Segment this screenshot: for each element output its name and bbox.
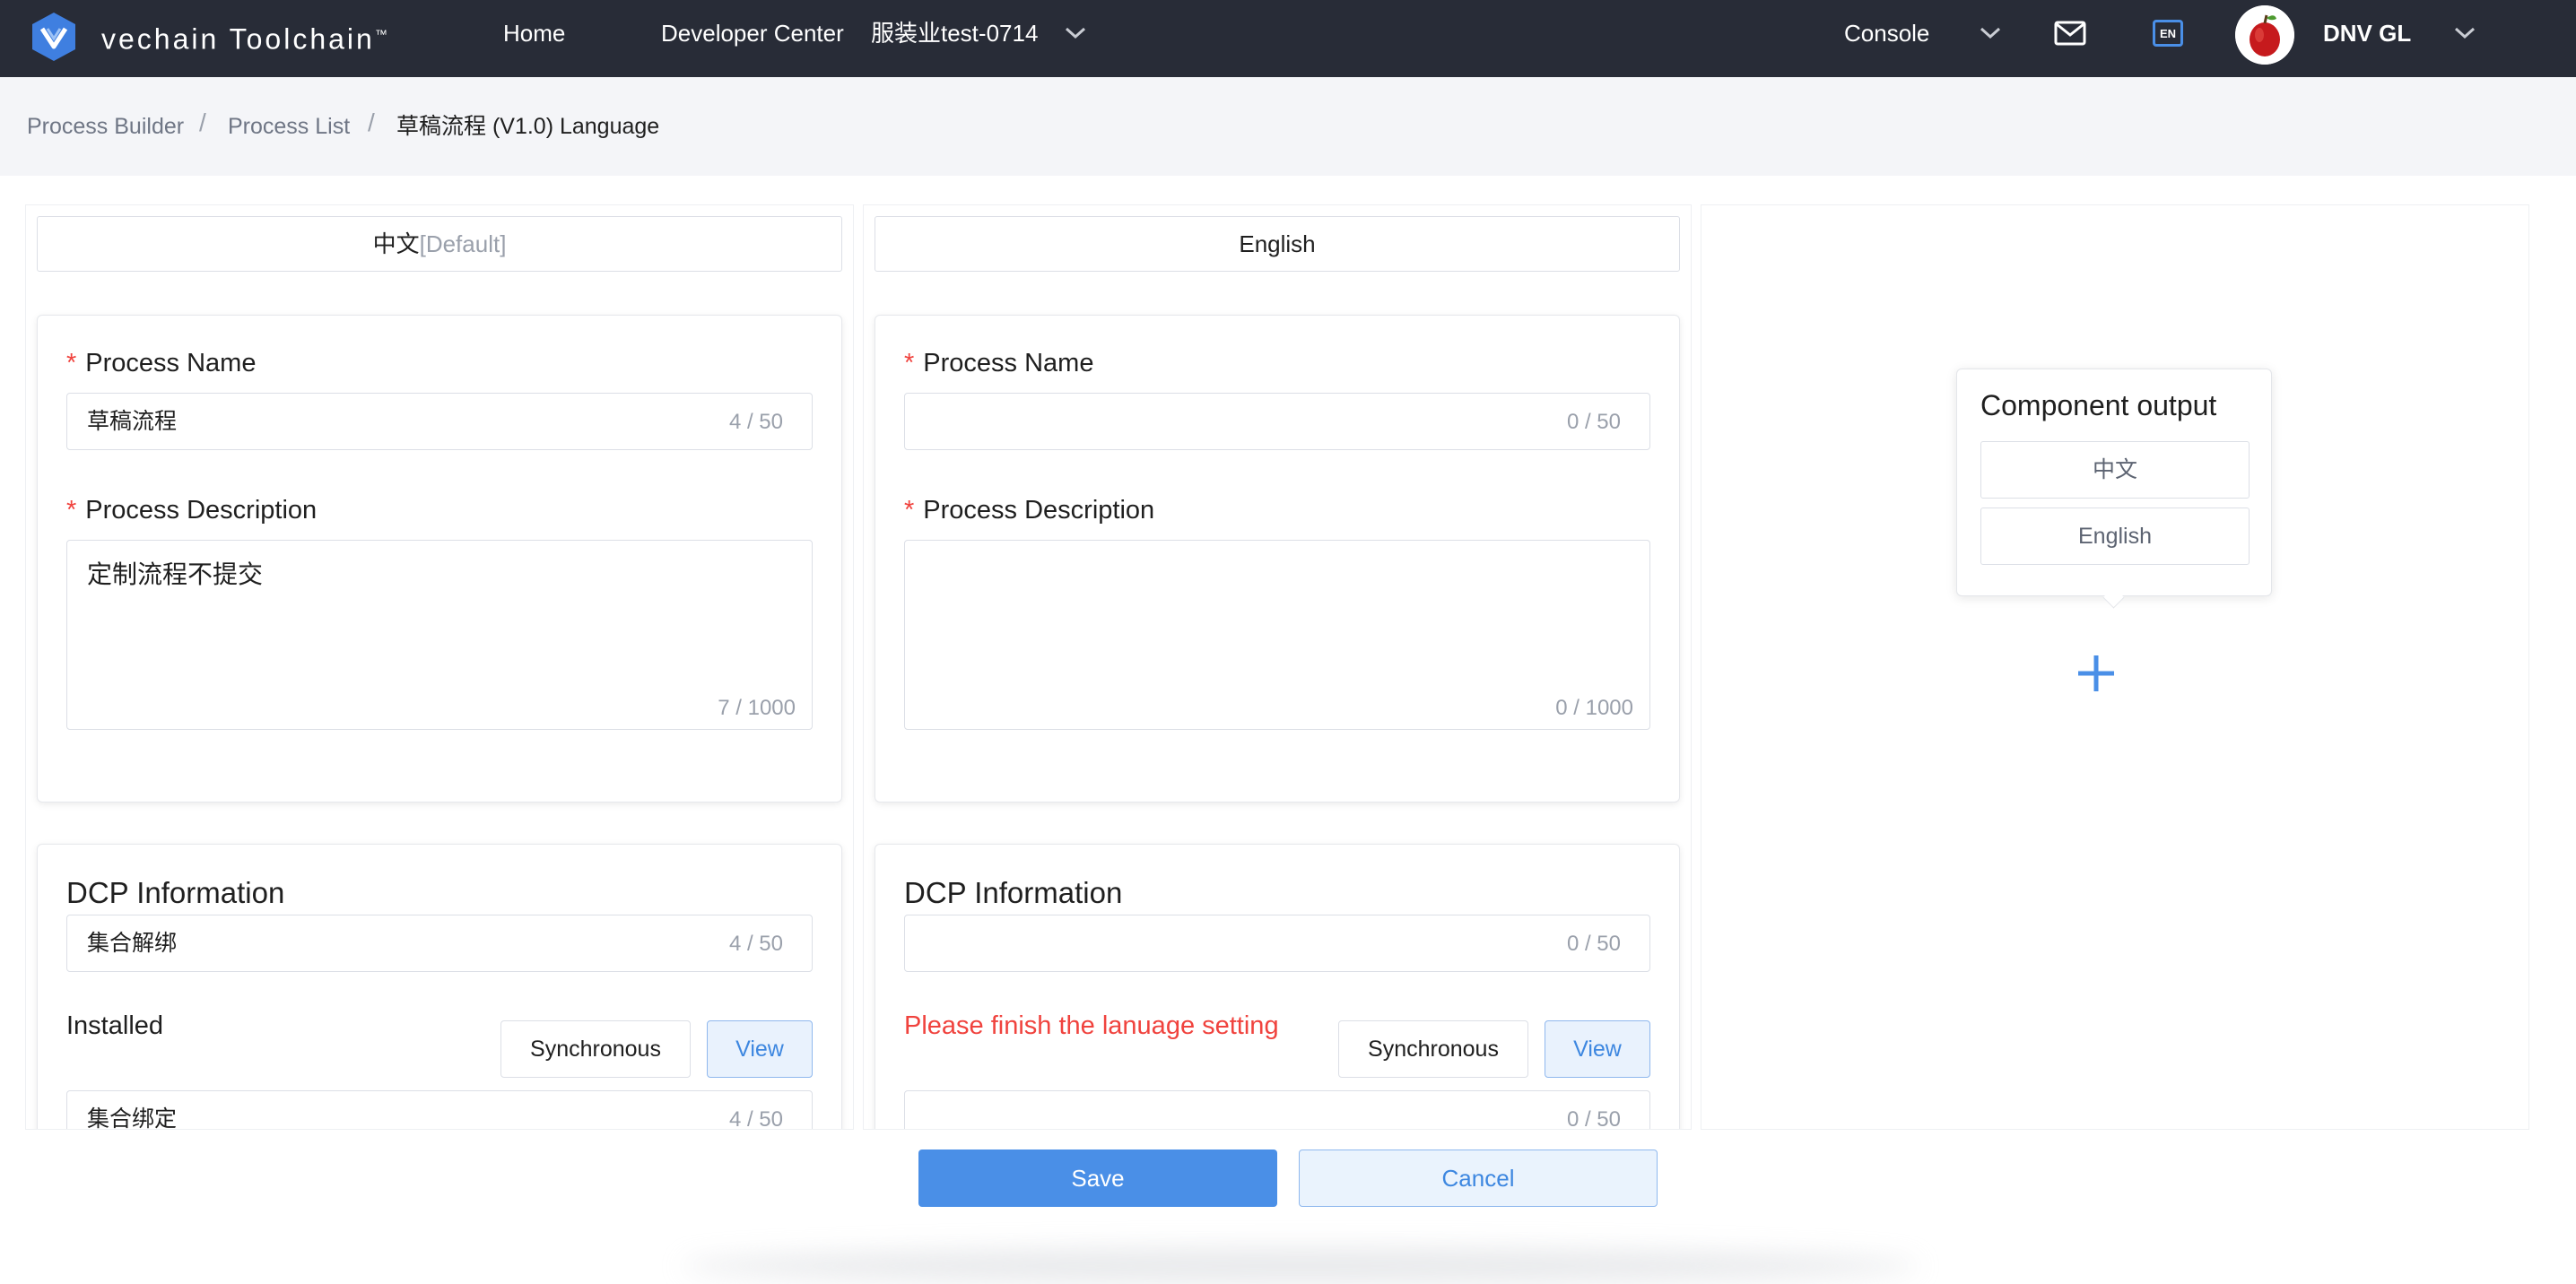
save-button[interactable]: Save — [918, 1150, 1277, 1207]
output-option-en[interactable]: English — [1980, 508, 2250, 565]
char-count: 4 / 50 — [728, 1107, 783, 1130]
process-description-textarea[interactable]: 定制流程不提交 7 / 1000 — [66, 540, 813, 730]
dcp-step-input[interactable]: 0 / 50 — [904, 1090, 1650, 1130]
component-output-title: Component output — [1980, 389, 2217, 421]
dcp-info-card: DCP Information 集合解绑 4 / 50 Installed Sy… — [37, 844, 842, 1130]
user-name[interactable]: DNV GL — [2323, 20, 2411, 47]
process-description-textarea[interactable]: 0 / 1000 — [904, 540, 1650, 730]
language-column-zh: 中文[Default] * Process Name 草稿流程 4 / 50 * P… — [25, 204, 854, 1130]
nav-developer-center[interactable]: Developer Center — [661, 20, 844, 47]
language-warning-text: Please finish the lanuage setting — [904, 1011, 1279, 1040]
process-description-label: * Process Description — [904, 496, 1155, 525]
synchronous-button[interactable]: Synchronous — [1338, 1020, 1528, 1078]
mail-icon[interactable] — [2054, 20, 2086, 47]
process-description-label: * Process Description — [66, 496, 318, 525]
language-en-icon[interactable]: EN — [2153, 20, 2183, 47]
process-info-card: * Process Name 0 / 50 * Process Descriptio… — [875, 315, 1680, 802]
nav-console[interactable]: Console — [1844, 20, 1929, 47]
language-tab-zh[interactable]: 中文[Default] — [37, 216, 842, 272]
console-chevron-down-icon[interactable] — [1979, 26, 2002, 40]
component-output-popover: Component output 中文 English — [1956, 369, 2272, 609]
process-name-input[interactable]: 草稿流程 4 / 50 — [66, 393, 813, 450]
user-chevron-down-icon[interactable] — [2453, 26, 2476, 40]
dcp-name-input[interactable]: 集合解绑 4 / 50 — [66, 915, 813, 972]
avatar[interactable] — [2235, 5, 2294, 65]
dcp-information-title: DCP Information — [904, 876, 1123, 909]
breadcrumb-separator: / — [199, 108, 206, 136]
char-count: 0 / 50 — [1566, 410, 1621, 434]
brand-name[interactable]: vechain Toolchain™ — [101, 16, 387, 57]
dcp-info-card: DCP Information 0 / 50 Please finish the… — [875, 844, 1680, 1130]
breadcrumb-process-builder[interactable]: Process Builder — [27, 113, 184, 140]
cancel-button[interactable]: Cancel — [1299, 1150, 1658, 1207]
char-count: 4 / 50 — [728, 932, 783, 956]
breadcrumb-current: 草稿流程 (V1.0) Language — [396, 114, 660, 139]
char-count: 0 / 50 — [1566, 932, 1621, 956]
process-info-card: * Process Name 草稿流程 4 / 50 * Process Descr… — [37, 315, 842, 802]
top-navbar: vechain Toolchain™ Home Developer Center… — [0, 0, 2576, 77]
workspace-selector[interactable]: 服装业test-0714 — [871, 20, 1038, 47]
process-name-input[interactable]: 0 / 50 — [904, 393, 1650, 450]
char-count: 7 / 1000 — [718, 696, 796, 720]
scroll-shadow — [682, 1248, 1919, 1284]
add-language-plus-icon[interactable] — [2075, 652, 2118, 695]
installed-status: Installed — [66, 1011, 164, 1040]
process-name-label: * Process Name — [66, 349, 257, 377]
char-count: 4 / 50 — [728, 410, 783, 434]
char-count: 0 / 50 — [1566, 1107, 1621, 1130]
view-button[interactable]: View — [1545, 1020, 1650, 1078]
breadcrumb: Process Builder / Process List / 草稿流程 (V… — [0, 77, 2576, 176]
apple-avatar-icon — [2235, 5, 2294, 65]
add-language-panel: Component output 中文 English — [1701, 204, 2529, 1130]
dcp-information-title: DCP Information — [66, 876, 285, 909]
vechain-logo-icon[interactable] — [30, 11, 77, 63]
nav-home[interactable]: Home — [503, 20, 565, 47]
breadcrumb-separator: / — [368, 108, 375, 136]
char-count: 0 / 1000 — [1555, 696, 1633, 720]
synchronous-button[interactable]: Synchronous — [500, 1020, 691, 1078]
view-button[interactable]: View — [707, 1020, 813, 1078]
popover-arrow — [2102, 586, 2125, 609]
breadcrumb-process-list[interactable]: Process List — [228, 113, 350, 140]
dcp-name-input[interactable]: 0 / 50 — [904, 915, 1650, 972]
language-tab-en[interactable]: English — [875, 216, 1680, 272]
output-option-zh[interactable]: 中文 — [1980, 441, 2250, 499]
workspace-chevron-down-icon[interactable] — [1064, 26, 1087, 40]
language-column-en: English * Process Name 0 / 50 * Process De… — [863, 204, 1692, 1130]
dcp-step-input[interactable]: 集合绑定 4 / 50 — [66, 1090, 813, 1130]
process-name-label: * Process Name — [904, 349, 1094, 377]
